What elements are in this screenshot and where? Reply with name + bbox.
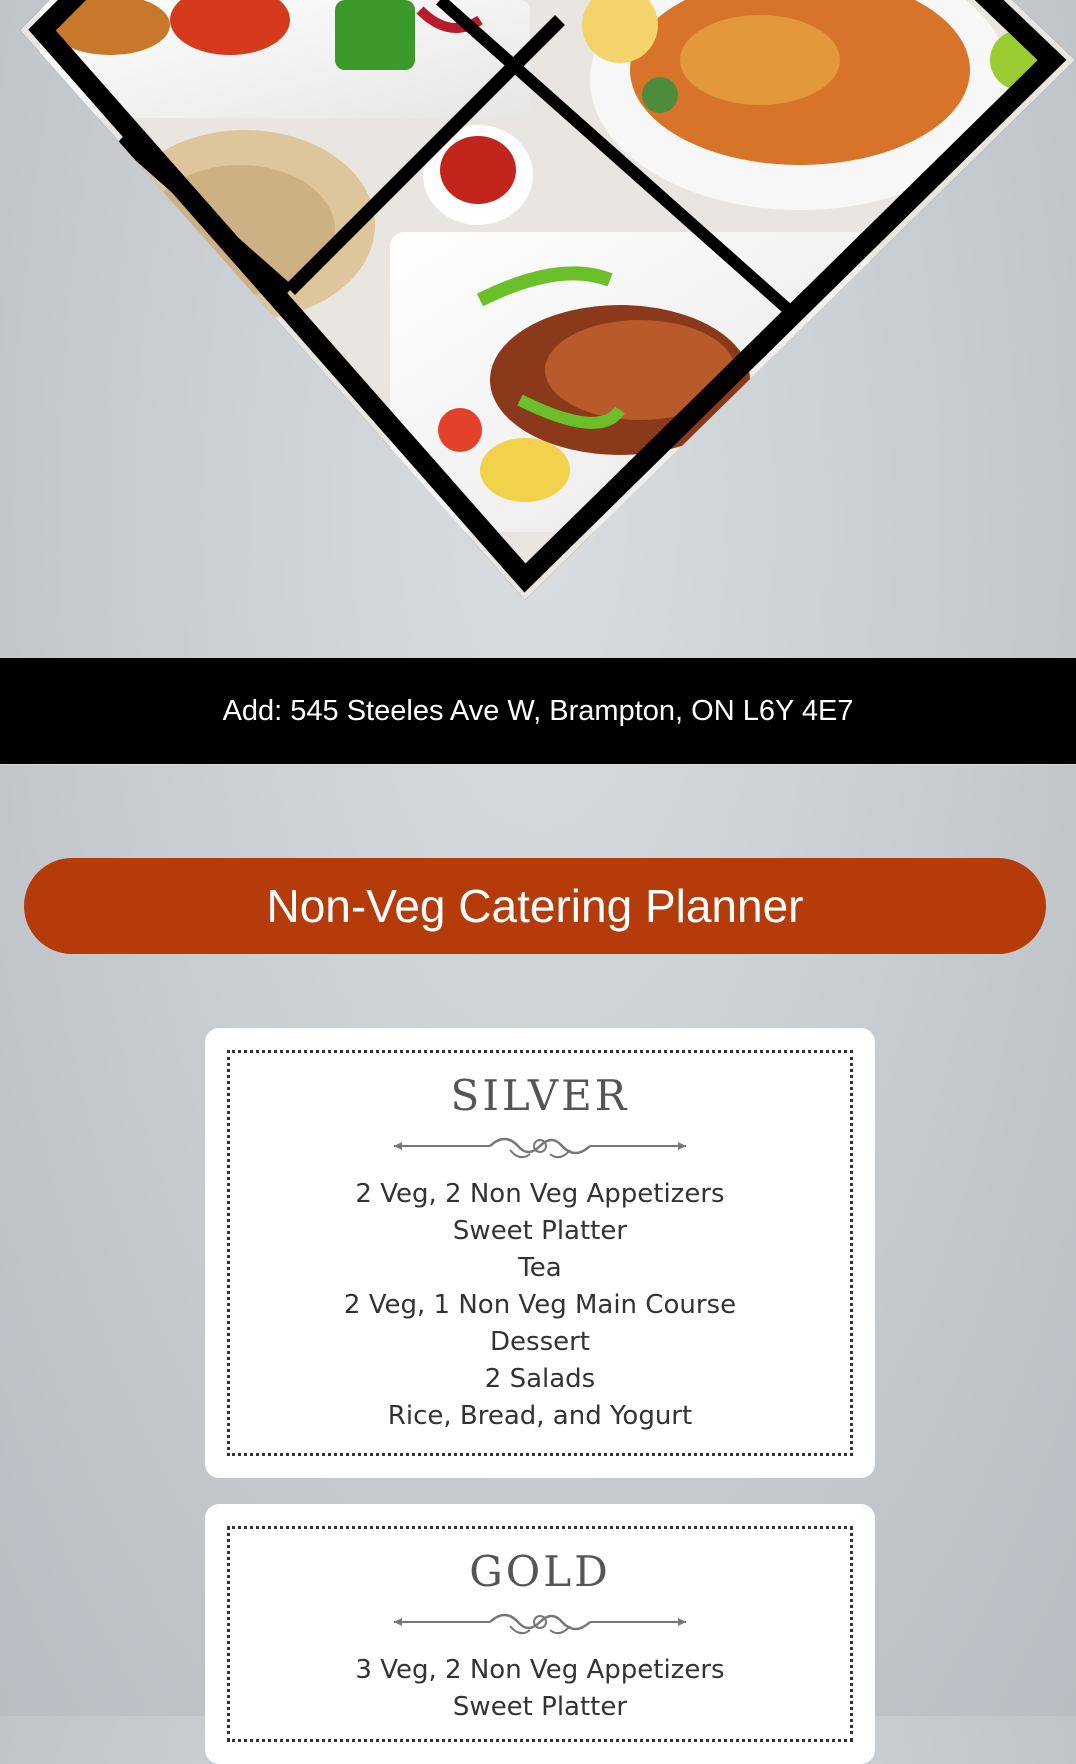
package-menu-list: 2 Veg, 2 Non Veg Appetizers Sweet Platte… (230, 1176, 850, 1435)
menu-item: 2 Veg, 1 Non Veg Main Course (343, 1290, 737, 1320)
menu-item: Sweet Platter (452, 1692, 628, 1722)
package-tier-title: GOLD (469, 1547, 611, 1596)
menu-item: 3 Veg, 2 Non Veg Appetizers (355, 1655, 725, 1685)
planner-title-banner: Non-Veg Catering Planner (24, 858, 1046, 954)
menu-item: Sweet Platter (452, 1216, 628, 1246)
hero-food-collage (0, 0, 1076, 658)
food-diamond-image (20, 0, 1075, 600)
address-text: Add: 545 Steeles Ave W, Brampton, ON L6Y… (222, 694, 854, 727)
package-card-silver: SILVER 2 Veg, 2 Non Veg Appetizers Sweet… (205, 1028, 875, 1478)
menu-item: 2 Salads (484, 1364, 596, 1394)
package-menu-list: 3 Veg, 2 Non Veg Appetizers Sweet Platte… (230, 1652, 850, 1726)
menu-item: Tea (518, 1253, 562, 1283)
planner-title: Non-Veg Catering Planner (266, 880, 804, 932)
package-card-border: GOLD 3 Veg, 2 Non Veg Appetizers Sweet P… (227, 1526, 853, 1742)
menu-item: Dessert (490, 1327, 590, 1357)
flourish-ornament-icon (394, 1137, 686, 1159)
menu-item: Rice, Bread, and Yogurt (387, 1401, 693, 1431)
menu-item: 2 Veg, 2 Non Veg Appetizers (355, 1179, 725, 1209)
package-card-border: SILVER 2 Veg, 2 Non Veg Appetizers Sweet… (227, 1050, 853, 1456)
flourish-ornament-icon (394, 1613, 686, 1635)
address-bar: Add: 545 Steeles Ave W, Brampton, ON L6Y… (0, 658, 1076, 765)
package-card-gold: GOLD 3 Veg, 2 Non Veg Appetizers Sweet P… (205, 1504, 875, 1764)
package-tier-title: SILVER (450, 1071, 630, 1120)
